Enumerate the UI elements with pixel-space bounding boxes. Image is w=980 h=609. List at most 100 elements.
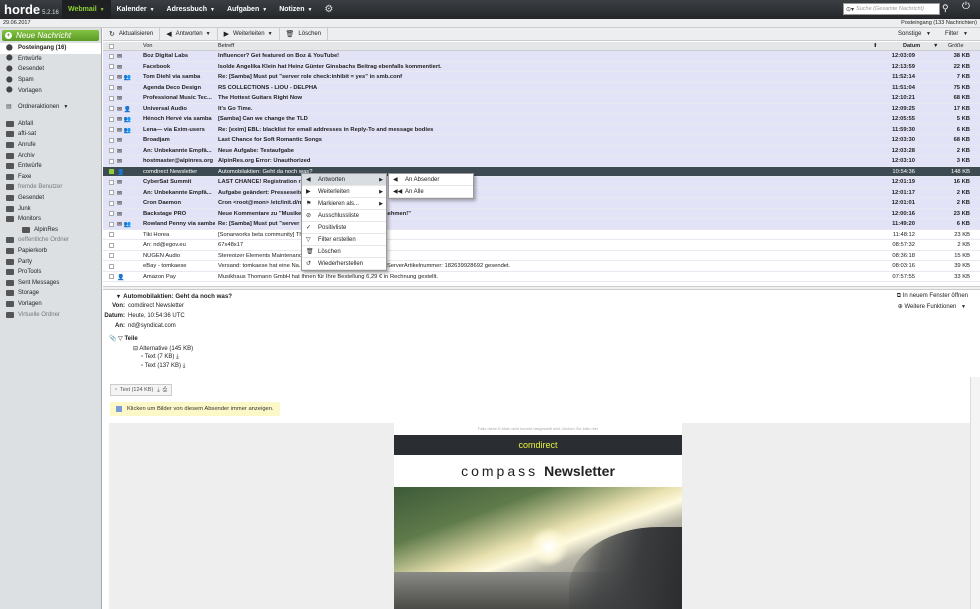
- sidebar-folder[interactable]: Storage: [0, 288, 101, 299]
- context-menu-item[interactable]: 🗑 Löschen: [302, 246, 386, 258]
- column-date[interactable]: Datum: [903, 43, 920, 49]
- sidebar-folder[interactable]: Vorlagen: [0, 299, 101, 310]
- search-dropdown-icon[interactable]: ⊙▾: [846, 6, 854, 13]
- table-row[interactable]: ✉ Facebook Isolde Angelika Klein hat Heinz…: [103, 61, 980, 72]
- search-input[interactable]: ⊙▾ Suche (Gesamte Nachricht): [843, 3, 940, 15]
- table-row[interactable]: ✉ Boz Digital Labs Influencer? Get feature…: [103, 51, 980, 62]
- sort-up-icon[interactable]: ⬆: [873, 43, 878, 49]
- table-row[interactable]: 👤 comdirect Newsletter Automobilaktien: Ge…: [103, 166, 980, 177]
- table-row[interactable]: ✉ Backstage PRO Neue Kommentare zu "Musike…: [103, 208, 980, 219]
- table-row[interactable]: ✉ 👥 Hénoch Hervé via samba [Samba] Can we …: [103, 114, 980, 125]
- caret-down-icon[interactable]: ▼: [268, 31, 273, 37]
- row-checkbox[interactable]: [109, 64, 114, 69]
- nav-kalender[interactable]: Kalender ▼: [111, 0, 161, 19]
- other-button[interactable]: Sonstige ▼: [898, 31, 931, 37]
- row-checkbox[interactable]: [109, 106, 114, 111]
- table-row[interactable]: NUGEN Audio Stereoizer Elements Maintenan…: [103, 250, 980, 261]
- sidebar-folder[interactable]: ⬤ Gesendet: [0, 64, 101, 75]
- table-row[interactable]: ✉ 👤 Universal Audio It's Go Time. 12:09:25 1…: [103, 103, 980, 114]
- context-menu-item[interactable]: ◀ Antworten ▶: [302, 174, 386, 186]
- row-checkbox[interactable]: [109, 242, 114, 248]
- part-text[interactable]: ▫ Text (7 KB) ⤓: [141, 354, 179, 361]
- more-functions-button[interactable]: ⊕ Weitere Funktionen ▼: [898, 303, 966, 310]
- select-all-checkbox[interactable]: [109, 44, 114, 49]
- row-checkbox[interactable]: [109, 232, 114, 237]
- table-row[interactable]: ✉ CyberSat Summit LAST CHANCE! Registratio…: [103, 177, 980, 188]
- row-checkbox[interactable]: [109, 127, 114, 132]
- sidebar-folder[interactable]: Faxe: [0, 172, 101, 183]
- sidebar-folder[interactable]: ⬤ Vorlagen: [0, 85, 101, 96]
- row-checkbox[interactable]: [109, 169, 114, 174]
- collapse-icon[interactable]: ▾: [117, 293, 120, 300]
- sidebar-folder[interactable]: Junk: [0, 203, 101, 214]
- row-checkbox[interactable]: [109, 158, 114, 164]
- context-menu-item[interactable]: ⚑ Markieren als... ▶: [302, 198, 386, 210]
- to-value[interactable]: nd@syndicat.com: [128, 323, 176, 329]
- table-row[interactable]: eBay - tomkaese Versand: tomkaese hat ein…: [103, 261, 980, 272]
- forward-button[interactable]: ▶ Weiterleiten ▼: [218, 27, 280, 41]
- table-row[interactable]: ✉ Agenda Deco Design RS COLLECTIONS - LIOU…: [103, 82, 980, 93]
- caret-down-icon[interactable]: ▼: [206, 31, 211, 37]
- sidebar-folder[interactable]: ⬤ Entwürfe: [0, 54, 101, 65]
- context-menu-item[interactable]: ▶ Weiterleiten ▶: [302, 186, 386, 198]
- table-row[interactable]: ✉ Broadjam Last Chance for Soft Romantic S…: [103, 135, 980, 146]
- sidebar-folder[interactable]: ProTools: [0, 267, 101, 278]
- filter-button[interactable]: Filter ▼: [945, 31, 968, 37]
- new-message-button[interactable]: + Neue Nachricht: [2, 30, 99, 41]
- table-row[interactable]: ✉ 👥 Rowland Penny via samba Re: [Samba] Mu…: [103, 219, 980, 230]
- from-value[interactable]: comdirect Newsletter: [128, 303, 184, 309]
- sidebar-folder[interactable]: Gesendet: [0, 193, 101, 204]
- row-checkbox[interactable]: [109, 137, 114, 143]
- sidebar-folder[interactable]: Papierkorb: [0, 246, 101, 257]
- open-new-window-button[interactable]: ⧉ In neuem Fenster öffnen: [897, 293, 968, 300]
- preview-scrollbar[interactable]: [970, 377, 980, 609]
- row-checkbox[interactable]: [109, 85, 114, 90]
- folder-actions[interactable]: ▤ Ordneraktionen ▼: [0, 102, 101, 113]
- context-menu-item[interactable]: ↺ Wiederherstellen: [302, 258, 386, 270]
- parts-toggle[interactable]: 📎 ▽ Teile: [109, 335, 138, 342]
- sidebar-folder[interactable]: ⬤ Posteingang (16): [0, 43, 101, 54]
- print-icon[interactable]: ⎙: [163, 387, 167, 394]
- gear-icon[interactable]: ⚙: [318, 4, 339, 15]
- sidebar-folder[interactable]: Virtuelle Ordner: [0, 309, 101, 320]
- newsletter-top-note[interactable]: Falls diese E-Mail nicht korrekt dargest…: [394, 423, 682, 435]
- nav-webmail[interactable]: Webmail ▼: [62, 0, 111, 19]
- table-row[interactable]: ✉ An: Unbekannte Empfä... Neue Aufgabe: Te…: [103, 145, 980, 156]
- logout-icon[interactable]: ⏻: [962, 1, 970, 12]
- download-icon[interactable]: ⤓: [183, 363, 186, 369]
- column-size[interactable]: Größe: [948, 43, 964, 49]
- row-checkbox[interactable]: [109, 190, 114, 195]
- sidebar-folder[interactable]: Archiv: [0, 150, 101, 161]
- table-row[interactable]: Tiki Horea [Sonarworks beta community] Th…: [103, 229, 980, 240]
- table-row[interactable]: 👤 Amazon Pay Musikhaus Thomann GmbH hat Ih…: [103, 271, 980, 282]
- part-html[interactable]: ▫ Text (137 KB) ⤓: [141, 363, 185, 370]
- attachment-box[interactable]: ▫ Text (124 KB) ⤓ ⎙: [110, 384, 173, 396]
- table-row[interactable]: An: nd@egov.eu 67x48x17 08:57:32 2 KB: [103, 240, 980, 251]
- sidebar-folder[interactable]: Party: [0, 256, 101, 267]
- table-row[interactable]: ✉ 👥 Tom Diehl via samba Re: [Samba] Must p…: [103, 72, 980, 83]
- sidebar-folder[interactable]: Sent Messages: [0, 277, 101, 288]
- image-notice[interactable]: Klicken um Bilder von diesem Absender im…: [110, 402, 280, 416]
- download-icon[interactable]: ⤓: [176, 354, 179, 360]
- sidebar-folder[interactable]: fremde Benutzer: [0, 182, 101, 193]
- sidebar-folder[interactable]: oeffentliche Ordner: [0, 235, 101, 246]
- table-row[interactable]: ✉ Professional Music Tec... The Hottest Gu…: [103, 93, 980, 104]
- sidebar-folder[interactable]: Monitors: [0, 214, 101, 225]
- sidebar-folder[interactable]: Entwürfe: [0, 161, 101, 172]
- sidebar-folder[interactable]: Abfall: [0, 119, 101, 130]
- row-checkbox[interactable]: [109, 179, 114, 185]
- context-menu-item[interactable]: ⊘ Ausschlussliste: [302, 210, 386, 222]
- column-from[interactable]: Von: [143, 43, 152, 49]
- part-alternative[interactable]: ⊟ Alternative (145 KB): [133, 345, 193, 352]
- sidebar-folder[interactable]: ⬤ Spam: [0, 75, 101, 86]
- reply-button[interactable]: ◀ Antworten ▼: [160, 27, 218, 41]
- table-row[interactable]: ✉ hostmaster@alpinres.org AlpinRes.org Err…: [103, 156, 980, 167]
- table-row[interactable]: ✉ An: Unbekannte Empfä... Aufgabe geändert…: [103, 187, 980, 198]
- row-checkbox[interactable]: [109, 211, 114, 216]
- sidebar-folder[interactable]: afti-sat: [0, 129, 101, 140]
- download-icon[interactable]: ⤓: [157, 387, 159, 394]
- row-checkbox[interactable]: [109, 263, 114, 269]
- newsletter-brand[interactable]: comdirect: [394, 435, 682, 455]
- row-checkbox[interactable]: [109, 148, 114, 153]
- row-checkbox[interactable]: [109, 200, 114, 206]
